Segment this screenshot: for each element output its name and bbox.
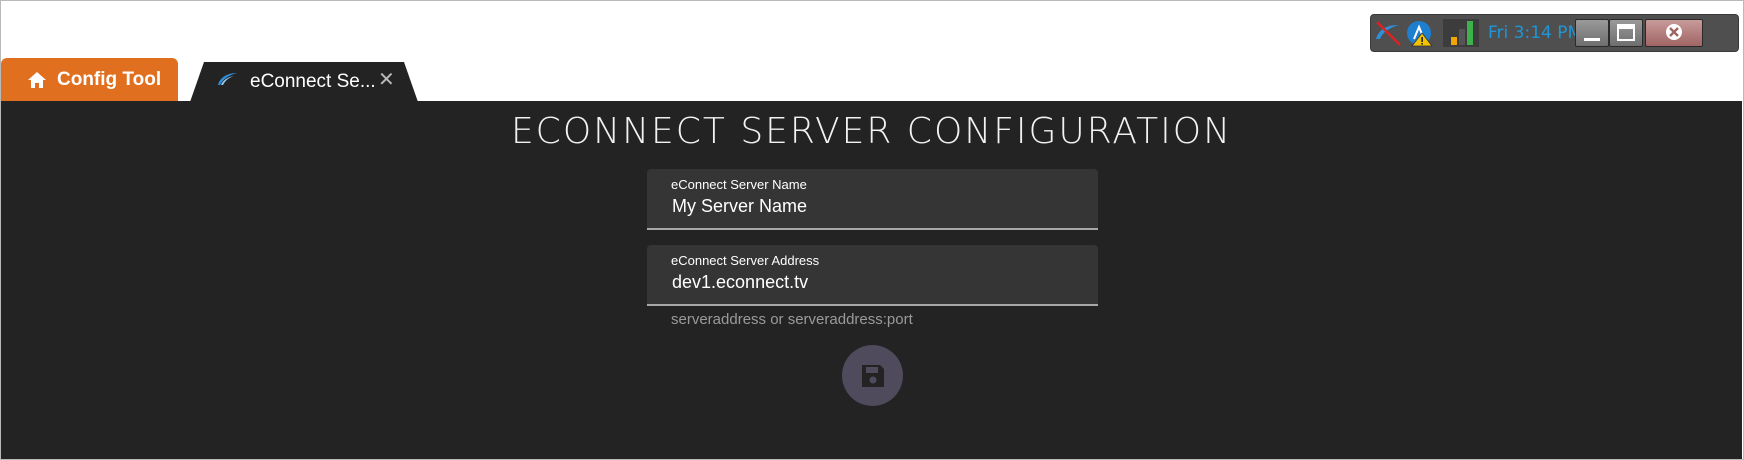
signal-bars-icon[interactable] [1443, 19, 1479, 47]
close-window-button[interactable] [1645, 19, 1703, 47]
server-address-field[interactable]: eConnect Server Address [647, 245, 1098, 306]
maximize-icon [1617, 24, 1635, 41]
server-address-input[interactable] [672, 272, 1072, 293]
floppy-disk-icon [861, 364, 884, 387]
minimize-icon [1584, 38, 1600, 41]
main-content: ECONNECT SERVER CONFIGURATION eConnect S… [1, 101, 1742, 459]
server-name-field[interactable]: eConnect Server Name [647, 169, 1098, 230]
tab-config-tool[interactable]: Config Tool [1, 58, 178, 101]
minimize-button[interactable] [1575, 19, 1609, 47]
tab-econnect-server[interactable]: eConnect Se... ✕ [190, 62, 418, 102]
home-icon [27, 71, 47, 89]
save-button[interactable] [842, 345, 903, 406]
tab-econnect-server-label: eConnect Se... [250, 71, 376, 92]
system-tray: Fri 3:14 PM [1370, 14, 1739, 52]
maximize-button[interactable] [1609, 19, 1643, 47]
page-title: ECONNECT SERVER CONFIGURATION [510, 111, 1233, 152]
tab-config-tool-label: Config Tool [57, 68, 162, 90]
server-address-label: eConnect Server Address [671, 253, 820, 268]
close-icon [1666, 24, 1682, 40]
warning-status-icon[interactable] [1405, 19, 1435, 47]
tray-clock[interactable]: Fri 3:14 PM [1488, 23, 1582, 43]
network-disabled-icon[interactable] [1373, 19, 1403, 47]
server-name-label: eConnect Server Name [671, 177, 807, 192]
server-name-input[interactable] [672, 196, 1072, 217]
econnect-logo-icon [216, 71, 238, 93]
close-tab-icon[interactable]: ✕ [378, 70, 395, 90]
server-address-hint: serveraddress or serveraddress:port [671, 311, 913, 328]
